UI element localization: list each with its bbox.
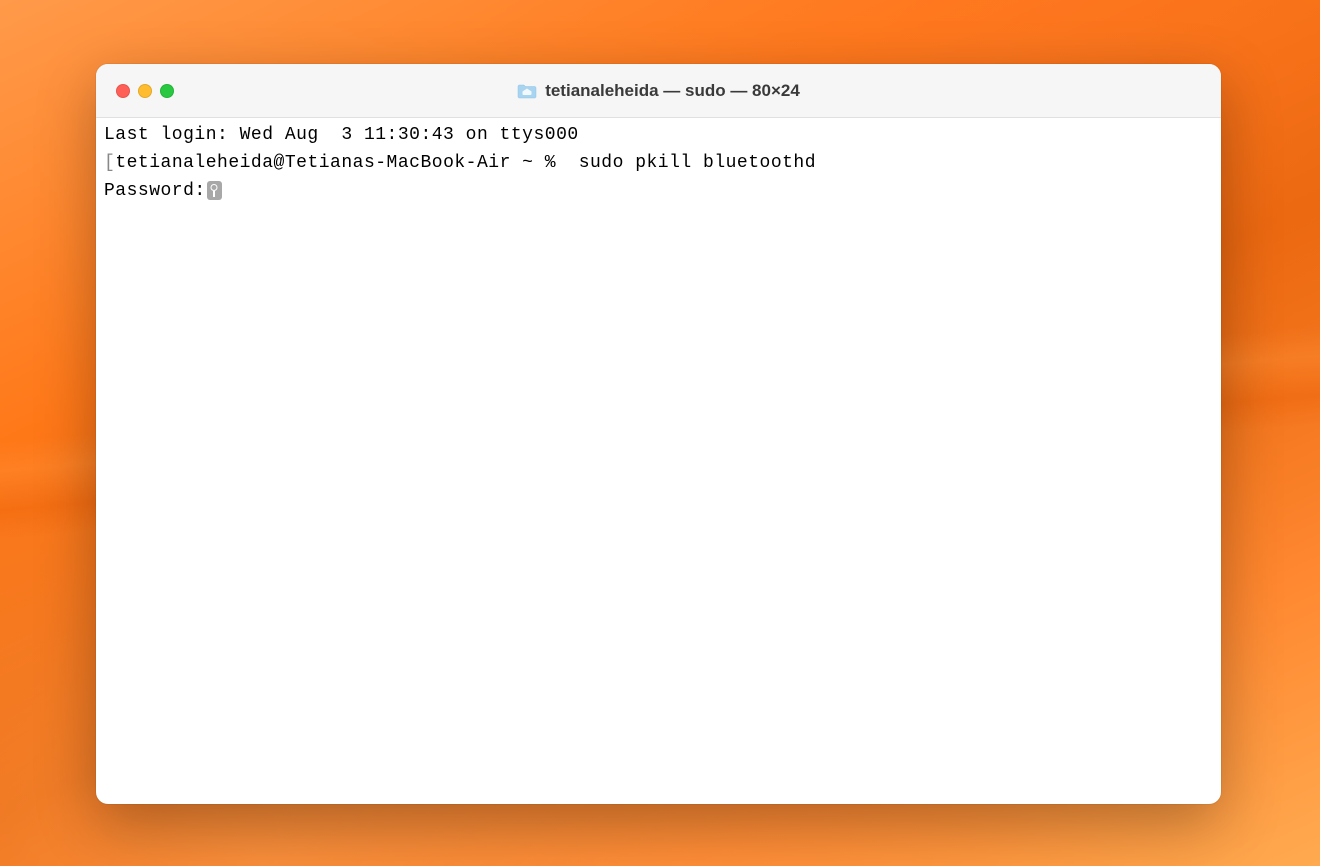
terminal-output-line: Last login: Wed Aug 3 11:30:43 on ttys00… <box>104 122 1213 150</box>
maximize-button[interactable] <box>160 84 174 98</box>
terminal-prompt-line: [tetianaleheida@Tetianas-MacBook-Air ~ %… <box>104 150 1213 178</box>
minimize-button[interactable] <box>138 84 152 98</box>
close-button[interactable] <box>116 84 130 98</box>
password-label: Password: <box>104 181 206 201</box>
window-title: tetianaleheida — sudo — 80×24 <box>545 81 800 101</box>
home-folder-icon <box>517 83 537 99</box>
key-icon <box>207 181 222 200</box>
traffic-lights <box>96 84 174 98</box>
terminal-body[interactable]: Last login: Wed Aug 3 11:30:43 on ttys00… <box>96 118 1221 804</box>
password-prompt-line: Password: <box>104 178 1213 206</box>
shell-command: sudo pkill bluetoothd <box>567 153 816 173</box>
title-content: tetianaleheida — sudo — 80×24 <box>517 81 800 101</box>
shell-prompt: tetianaleheida@Tetianas-MacBook-Air ~ % <box>115 153 567 173</box>
title-bar[interactable]: tetianaleheida — sudo — 80×24 <box>96 64 1221 118</box>
prompt-open-bracket: [ <box>104 153 115 173</box>
terminal-window: tetianaleheida — sudo — 80×24 Last login… <box>96 64 1221 804</box>
